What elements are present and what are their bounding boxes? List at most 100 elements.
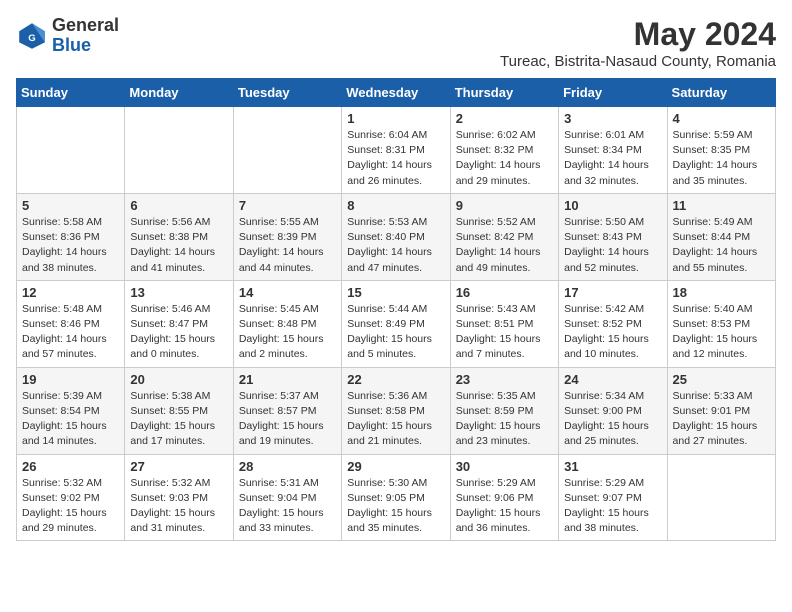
weekday-header-tuesday: Tuesday [233, 79, 341, 107]
day-info: Sunrise: 5:48 AM Sunset: 8:46 PM Dayligh… [22, 302, 119, 363]
empty-day-cell [233, 107, 341, 194]
calendar-table: SundayMondayTuesdayWednesdayThursdayFrid… [16, 78, 776, 541]
day-info: Sunrise: 5:49 AM Sunset: 8:44 PM Dayligh… [673, 215, 770, 276]
calendar-day-cell: 4Sunrise: 5:59 AM Sunset: 8:35 PM Daylig… [667, 107, 775, 194]
day-number: 7 [239, 198, 336, 213]
day-number: 8 [347, 198, 444, 213]
weekday-header-sunday: Sunday [17, 79, 125, 107]
calendar-day-cell: 20 Sunrise: 5:38 AM Sunset: 8:55 PM Dayli… [125, 367, 233, 454]
day-number: 24 [564, 372, 661, 387]
weekday-header-row: SundayMondayTuesdayWednesdayThursdayFrid… [17, 79, 776, 107]
weekday-header-saturday: Saturday [667, 79, 775, 107]
day-number: 6 [130, 198, 227, 213]
day-number: 31 [564, 459, 661, 474]
calendar-day-cell: 5 Sunrise: 5:58 AM Sunset: 8:36 PM Daylig… [17, 193, 125, 280]
day-number: 23 [456, 372, 553, 387]
calendar-day-cell: 29 Sunrise: 5:30 AM Sunset: 9:05 PM Dayli… [342, 454, 450, 541]
calendar-day-cell: 10Sunrise: 5:50 AM Sunset: 8:43 PM Dayli… [559, 193, 667, 280]
day-info: Sunrise: 5:31 AM Sunset: 9:04 PM Dayligh… [239, 476, 336, 537]
day-number: 12 [22, 285, 119, 300]
calendar-day-cell: 2 Sunrise: 6:02 AM Sunset: 8:32 PM Daylig… [450, 107, 558, 194]
logo-general-text: General [52, 16, 119, 36]
calendar-day-cell: 19 Sunrise: 5:39 AM Sunset: 8:54 PM Dayli… [17, 367, 125, 454]
day-info: Sunrise: 5:32 AM Sunset: 9:03 PM Dayligh… [130, 476, 227, 537]
day-info: Sunrise: 5:46 AM Sunset: 8:47 PM Dayligh… [130, 302, 227, 363]
calendar-day-cell: 28Sunrise: 5:31 AM Sunset: 9:04 PM Dayli… [233, 454, 341, 541]
day-info: Sunrise: 6:01 AM Sunset: 8:34 PM Dayligh… [564, 128, 661, 189]
calendar-day-cell: 18Sunrise: 5:40 AM Sunset: 8:53 PM Dayli… [667, 280, 775, 367]
calendar-day-cell: 23Sunrise: 5:35 AM Sunset: 8:59 PM Dayli… [450, 367, 558, 454]
weekday-header-thursday: Thursday [450, 79, 558, 107]
day-info: Sunrise: 5:30 AM Sunset: 9:05 PM Dayligh… [347, 476, 444, 537]
day-number: 9 [456, 198, 553, 213]
day-number: 25 [673, 372, 770, 387]
day-info: Sunrise: 5:29 AM Sunset: 9:06 PM Dayligh… [456, 476, 553, 537]
day-number: 19 [22, 372, 119, 387]
day-info: Sunrise: 5:37 AM Sunset: 8:57 PM Dayligh… [239, 389, 336, 450]
calendar-day-cell: 6 Sunrise: 5:56 AM Sunset: 8:38 PM Daylig… [125, 193, 233, 280]
calendar-day-cell: 30 Sunrise: 5:29 AM Sunset: 9:06 PM Dayli… [450, 454, 558, 541]
calendar-day-cell: 13 Sunrise: 5:46 AM Sunset: 8:47 PM Dayli… [125, 280, 233, 367]
day-info: Sunrise: 5:56 AM Sunset: 8:38 PM Dayligh… [130, 215, 227, 276]
day-number: 1 [347, 111, 444, 126]
calendar-week-row: 19 Sunrise: 5:39 AM Sunset: 8:54 PM Dayli… [17, 367, 776, 454]
day-number: 11 [673, 198, 770, 213]
calendar-day-cell: 15 Sunrise: 5:44 AM Sunset: 8:49 PM Dayli… [342, 280, 450, 367]
logo: G General Blue [16, 16, 119, 56]
day-info: Sunrise: 5:34 AM Sunset: 9:00 PM Dayligh… [564, 389, 661, 450]
day-number: 21 [239, 372, 336, 387]
calendar-day-cell: 9 Sunrise: 5:52 AM Sunset: 8:42 PM Daylig… [450, 193, 558, 280]
day-number: 30 [456, 459, 553, 474]
calendar-week-row: 26Sunrise: 5:32 AM Sunset: 9:02 PM Dayli… [17, 454, 776, 541]
calendar-day-cell: 24 Sunrise: 5:34 AM Sunset: 9:00 PM Dayli… [559, 367, 667, 454]
weekday-header-wednesday: Wednesday [342, 79, 450, 107]
day-number: 29 [347, 459, 444, 474]
day-number: 5 [22, 198, 119, 213]
calendar-day-cell: 3 Sunrise: 6:01 AM Sunset: 8:34 PM Daylig… [559, 107, 667, 194]
day-info: Sunrise: 5:52 AM Sunset: 8:42 PM Dayligh… [456, 215, 553, 276]
day-info: Sunrise: 6:02 AM Sunset: 8:32 PM Dayligh… [456, 128, 553, 189]
logo-icon: G [16, 20, 48, 52]
day-info: Sunrise: 5:36 AM Sunset: 8:58 PM Dayligh… [347, 389, 444, 450]
day-number: 3 [564, 111, 661, 126]
calendar-day-cell: 21 Sunrise: 5:37 AM Sunset: 8:57 PM Dayli… [233, 367, 341, 454]
day-number: 10 [564, 198, 661, 213]
month-year-title: May 2024 [500, 16, 776, 53]
day-number: 26 [22, 459, 119, 474]
weekday-header-friday: Friday [559, 79, 667, 107]
day-info: Sunrise: 5:42 AM Sunset: 8:52 PM Dayligh… [564, 302, 661, 363]
day-info: Sunrise: 5:39 AM Sunset: 8:54 PM Dayligh… [22, 389, 119, 450]
day-info: Sunrise: 5:53 AM Sunset: 8:40 PM Dayligh… [347, 215, 444, 276]
calendar-day-cell: 12 Sunrise: 5:48 AM Sunset: 8:46 PM Dayli… [17, 280, 125, 367]
day-number: 2 [456, 111, 553, 126]
day-number: 14 [239, 285, 336, 300]
calendar-day-cell: 27 Sunrise: 5:32 AM Sunset: 9:03 PM Dayli… [125, 454, 233, 541]
svg-text:G: G [28, 33, 35, 44]
day-info: Sunrise: 5:58 AM Sunset: 8:36 PM Dayligh… [22, 215, 119, 276]
day-number: 16 [456, 285, 553, 300]
day-info: Sunrise: 5:40 AM Sunset: 8:53 PM Dayligh… [673, 302, 770, 363]
day-number: 20 [130, 372, 227, 387]
empty-day-cell [667, 454, 775, 541]
day-info: Sunrise: 5:43 AM Sunset: 8:51 PM Dayligh… [456, 302, 553, 363]
calendar-day-cell: 31Sunrise: 5:29 AM Sunset: 9:07 PM Dayli… [559, 454, 667, 541]
day-info: Sunrise: 5:44 AM Sunset: 8:49 PM Dayligh… [347, 302, 444, 363]
logo-text: General Blue [52, 16, 119, 56]
day-number: 17 [564, 285, 661, 300]
day-number: 27 [130, 459, 227, 474]
calendar-week-row: 1Sunrise: 6:04 AM Sunset: 8:31 PM Daylig… [17, 107, 776, 194]
day-number: 13 [130, 285, 227, 300]
day-info: Sunrise: 5:38 AM Sunset: 8:55 PM Dayligh… [130, 389, 227, 450]
day-info: Sunrise: 5:59 AM Sunset: 8:35 PM Dayligh… [673, 128, 770, 189]
calendar-day-cell: 16 Sunrise: 5:43 AM Sunset: 8:51 PM Dayli… [450, 280, 558, 367]
day-info: Sunrise: 5:33 AM Sunset: 9:01 PM Dayligh… [673, 389, 770, 450]
title-block: May 2024 Tureac, Bistrita-Nasaud County,… [500, 16, 776, 70]
calendar-day-cell: 7Sunrise: 5:55 AM Sunset: 8:39 PM Daylig… [233, 193, 341, 280]
page-header: G General Blue May 2024 Tureac, Bistrita… [16, 16, 776, 70]
empty-day-cell [125, 107, 233, 194]
calendar-day-cell: 8 Sunrise: 5:53 AM Sunset: 8:40 PM Daylig… [342, 193, 450, 280]
logo-blue-text: Blue [52, 36, 119, 56]
empty-day-cell [17, 107, 125, 194]
day-number: 15 [347, 285, 444, 300]
location-text: Tureac, Bistrita-Nasaud County, Romania [500, 53, 776, 70]
